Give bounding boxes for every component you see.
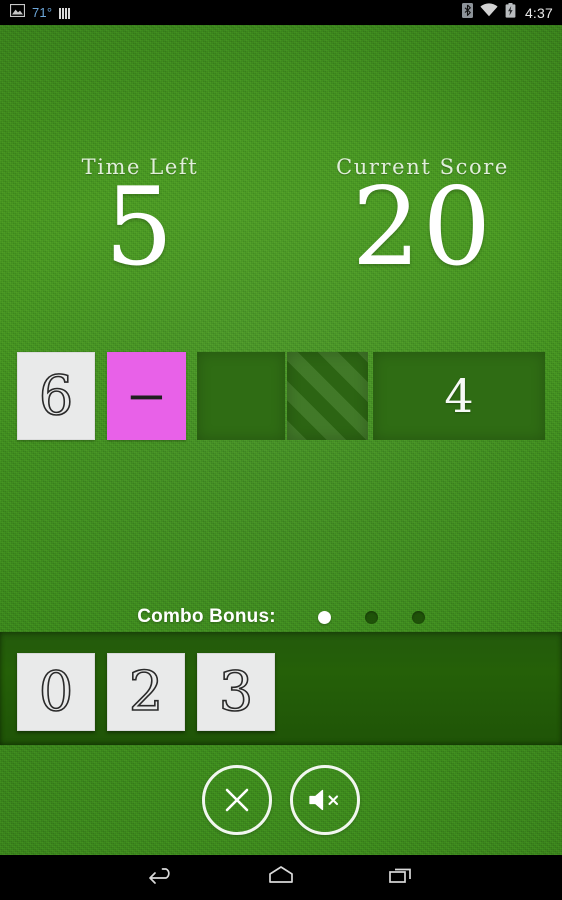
equation-operator-label: − — [125, 367, 168, 425]
equation-tile-6[interactable]: 6 — [17, 352, 95, 440]
hand-tray: 0 2 3 — [0, 632, 562, 745]
hand-tile-2[interactable]: 2 — [107, 653, 185, 731]
current-score-stat: Current Score 20 — [320, 155, 525, 283]
equation-slot-empty[interactable] — [197, 352, 285, 440]
status-bar-temperature: 71° — [32, 5, 53, 20]
close-x-icon — [220, 783, 254, 817]
nav-recents-button[interactable] — [341, 855, 461, 900]
photo-image-icon — [9, 3, 26, 22]
speaker-muted-icon — [305, 785, 345, 815]
combo-dot-2 — [364, 610, 378, 624]
game-board: Time Left 5 Current Score 20 6 − 4 Combo… — [0, 25, 562, 855]
nav-home-button[interactable] — [221, 855, 341, 900]
hand-tile-2-label: 2 — [128, 660, 164, 723]
home-icon — [266, 864, 296, 891]
combo-dot-3 — [411, 610, 425, 624]
hand-tile-3[interactable]: 3 — [197, 653, 275, 731]
close-button[interactable] — [202, 765, 272, 835]
signal-bars-icon — [59, 7, 71, 19]
combo-dot-1 — [317, 610, 331, 624]
combo-bonus: Combo Bonus: — [0, 597, 562, 637]
hand-tile-0[interactable]: 0 — [17, 653, 95, 731]
android-status-bar: 71° 4:37 — [0, 0, 562, 25]
mute-button[interactable] — [290, 765, 360, 835]
hand-tile-3-label: 3 — [218, 660, 254, 723]
combo-bonus-dots — [317, 610, 425, 624]
combo-bonus-label: Combo Bonus: — [137, 606, 276, 627]
time-left-value: 5 — [104, 165, 176, 290]
status-bar-clock: 4:37 — [524, 4, 553, 21]
equation-tile-6-label: 6 — [38, 364, 74, 427]
time-left-stat: Time Left 5 — [40, 155, 240, 283]
app-screen: 71° 4:37 Time Left 5 Current Score 20 6 … — [0, 0, 562, 900]
equation-slot-target-4[interactable]: 4 — [373, 352, 545, 440]
bluetooth-icon — [461, 2, 473, 23]
recent-apps-icon — [386, 864, 416, 891]
current-score-label: Current Score — [336, 155, 509, 179]
equation-row: 6 − 4 — [0, 352, 562, 440]
action-button-bar — [0, 745, 562, 855]
equation-tile-operator-minus[interactable]: − — [107, 352, 186, 440]
wifi-icon — [480, 3, 498, 22]
back-arrow-icon — [146, 865, 176, 890]
scoreboard-header: Time Left 5 Current Score 20 — [0, 25, 562, 325]
status-bar-left: 71° — [9, 3, 71, 22]
time-left-label: Time Left — [81, 155, 199, 179]
equation-slot-striped[interactable] — [287, 352, 368, 440]
status-bar-right: 4:37 — [461, 2, 553, 23]
battery-charging-icon — [505, 2, 516, 23]
nav-back-button[interactable] — [101, 855, 221, 900]
current-score-value: 20 — [351, 165, 494, 290]
hand-tile-0-label: 0 — [38, 660, 74, 723]
android-nav-bar — [0, 855, 562, 900]
equation-target-label: 4 — [444, 369, 474, 423]
